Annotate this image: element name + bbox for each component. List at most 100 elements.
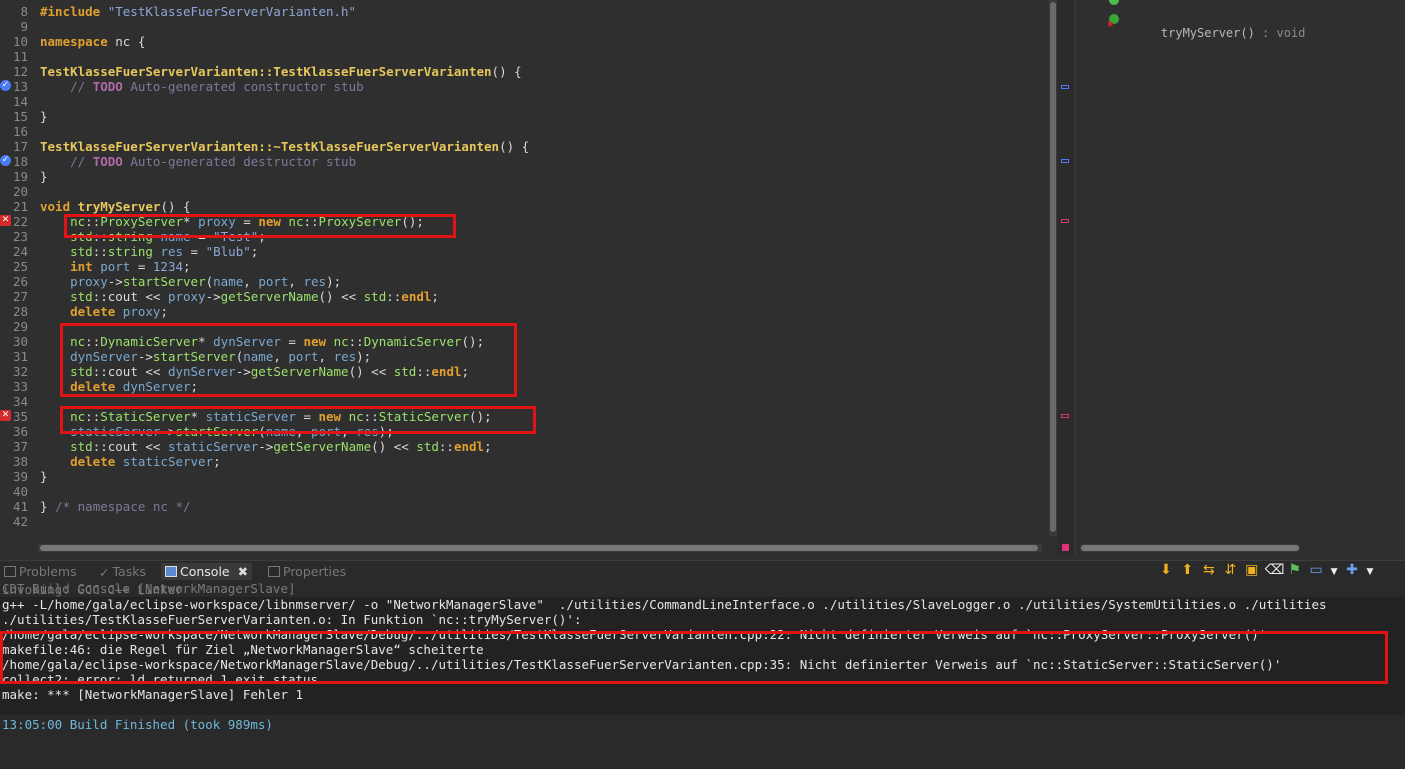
- code-line[interactable]: ✓ 18 // TODO Auto-generated destructor st…: [0, 154, 1045, 169]
- ruler-error-summary[interactable]: [1062, 544, 1069, 551]
- tab-problems[interactable]: Problems: [4, 563, 77, 581]
- line-number: 29: [12, 319, 28, 334]
- code-line[interactable]: 33 delete dynServer;: [0, 379, 1045, 394]
- code-line[interactable]: 15}: [0, 109, 1045, 124]
- ruler-bookmark-18[interactable]: [1061, 159, 1069, 163]
- code-line[interactable]: 14: [0, 94, 1045, 109]
- code-line[interactable]: 32 std::cout << dynServer->getServerName…: [0, 364, 1045, 379]
- console-output[interactable]: CDT Build Console [NetworkManagerSlave] …: [0, 580, 1405, 769]
- overview-ruler[interactable]: [1057, 0, 1073, 556]
- console-line: ./utilities/TestKlasseFuerServerVariante…: [2, 612, 582, 627]
- outline-horizontal-scrollbar[interactable]: [1080, 544, 1300, 552]
- code-line[interactable]: 28 delete proxy;: [0, 304, 1045, 319]
- code-line[interactable]: 11: [0, 49, 1045, 64]
- code-line[interactable]: 19}: [0, 169, 1045, 184]
- code-line[interactable]: ✓ 13 // TODO Auto-generated constructor s…: [0, 79, 1045, 94]
- code-line[interactable]: 25 int port = 1234;: [0, 259, 1045, 274]
- close-icon[interactable]: ✖: [238, 564, 248, 579]
- code-line[interactable]: ✕ 35 nc::StaticServer* staticServer = new…: [0, 409, 1045, 424]
- tab-console[interactable]: Console ✖: [161, 563, 253, 581]
- lock-icon[interactable]: ▣: [1243, 562, 1260, 578]
- line-code: TestKlasseFuerServerVarianten::~TestKlas…: [40, 139, 530, 154]
- line-code: }: [40, 469, 48, 484]
- line-number: 22: [12, 214, 28, 229]
- code-editor[interactable]: 8 #include "TestKlasseFuerServerVarianten…: [0, 0, 1047, 540]
- view-menu-icon[interactable]: ▼: [1365, 564, 1375, 580]
- line-number: 28: [12, 304, 28, 319]
- line-number: 31: [12, 349, 28, 364]
- ruler-error-35[interactable]: [1061, 414, 1069, 418]
- code-line[interactable]: 8 #include "TestKlasseFuerServerVarianten…: [0, 4, 1045, 19]
- line-number: 41: [12, 499, 28, 514]
- code-line[interactable]: 42: [0, 514, 1045, 529]
- code-line[interactable]: 36 staticServer->startServer(name, port,…: [0, 424, 1045, 439]
- editor-vertical-scrollbar[interactable]: [1049, 0, 1057, 536]
- scroll-down-icon[interactable]: ⬇: [1157, 562, 1174, 578]
- editor-horizontal-scrollbar[interactable]: [38, 544, 1042, 552]
- console-toolbar: ⬇ ⬆ ⇆ ⇵ ▣ ⌫ ⚑ ▭ ▼ ✚ ▼: [1157, 562, 1375, 578]
- line-number: 10: [12, 34, 28, 49]
- line-code: nc::StaticServer* staticServer = new nc:…: [70, 409, 492, 424]
- line-code: nc::ProxyServer* proxy = new nc::ProxySe…: [70, 214, 424, 229]
- line-code: dynServer->startServer(name, port, res);: [70, 349, 372, 364]
- code-line[interactable]: 30 nc::DynamicServer* dynServer = new nc…: [0, 334, 1045, 349]
- code-line[interactable]: 29: [0, 319, 1045, 334]
- ruler-error-22[interactable]: [1061, 219, 1069, 223]
- line-number: 38: [12, 454, 28, 469]
- tasks-icon: ✓: [99, 565, 110, 580]
- code-line[interactable]: 37 std::cout << staticServer->getServerN…: [0, 439, 1045, 454]
- code-line[interactable]: 10 namespace nc {: [0, 34, 1045, 49]
- outline-item-type: : void: [1254, 26, 1306, 40]
- code-line[interactable]: 38 delete staticServer;: [0, 454, 1045, 469]
- console-line: makefile:46: die Regel für Ziel „Network…: [2, 642, 484, 657]
- code-line[interactable]: 12 TestKlasseFuerServerVarianten::TestKla…: [0, 64, 1045, 79]
- code-line[interactable]: 23 std::string name = "Test";: [0, 229, 1045, 244]
- code-line[interactable]: 27 std::cout << proxy->getServerName() <…: [0, 289, 1045, 304]
- line-code: proxy->startServer(name, port, res);: [70, 274, 342, 289]
- line-number: 13: [12, 79, 28, 94]
- line-number: 34: [12, 394, 28, 409]
- code-line[interactable]: 24 std::string res = "Blub";: [0, 244, 1045, 259]
- line-code: // TODO Auto-generated constructor stub: [40, 79, 364, 94]
- tab-properties[interactable]: Properties: [268, 563, 346, 581]
- line-code: #include "TestKlasseFuerServerVarianten.…: [40, 4, 357, 19]
- console-line: collect2: error: ld returned 1 exit stat…: [2, 672, 319, 687]
- scroll-lock-icon[interactable]: ⇵: [1222, 562, 1239, 578]
- code-line[interactable]: 26 proxy->startServer(name, port, res);: [0, 274, 1045, 289]
- code-line[interactable]: 21 void tryMyServer() {: [0, 199, 1045, 214]
- code-line[interactable]: ✕ 22 nc::ProxyServer* proxy = new nc::Pro…: [0, 214, 1045, 229]
- ruler-bookmark-13[interactable]: [1061, 85, 1069, 89]
- line-number: 33: [12, 379, 28, 394]
- line-number: 36: [12, 424, 28, 439]
- console-line: invoking: GCC C++ Linker: [2, 582, 183, 597]
- word-wrap-icon[interactable]: ⇆: [1200, 562, 1217, 578]
- line-code: void tryMyServer() {: [40, 199, 191, 214]
- display-console-icon[interactable]: ▭: [1308, 562, 1325, 578]
- line-code: int port = 1234;: [70, 259, 191, 274]
- error-overlay-icon: ✖: [1107, 20, 1114, 29]
- pin-console-icon[interactable]: ⚑: [1286, 562, 1303, 578]
- code-line[interactable]: 31 dynServer->startServer(name, port, re…: [0, 349, 1045, 364]
- line-code: }: [40, 109, 48, 124]
- line-number: 30: [12, 334, 28, 349]
- new-console-icon[interactable]: ✚: [1344, 562, 1361, 578]
- clear-console-icon[interactable]: ⌫: [1265, 562, 1285, 578]
- scroll-up-icon[interactable]: ⬆: [1179, 562, 1196, 578]
- outline-item-tryMyServer[interactable]: tryMyServer() : void: [1132, 12, 1306, 54]
- code-line[interactable]: 17 TestKlasseFuerServerVarianten::~TestKl…: [0, 139, 1045, 154]
- line-code: std::cout << dynServer->getServerName() …: [70, 364, 470, 379]
- line-code: std::cout << staticServer->getServerName…: [70, 439, 492, 454]
- tab-tasks[interactable]: ✓ Tasks: [99, 563, 146, 581]
- code-line[interactable]: 34: [0, 394, 1045, 409]
- line-number: 20: [12, 184, 28, 199]
- code-line[interactable]: 40: [0, 484, 1045, 499]
- line-code: }: [40, 169, 48, 184]
- code-line[interactable]: 41} /* namespace nc */: [0, 499, 1045, 514]
- code-line[interactable]: 39}: [0, 469, 1045, 484]
- chevron-down-icon[interactable]: ▼: [1329, 564, 1339, 580]
- line-code: std::string res = "Blub";: [70, 244, 259, 259]
- code-line[interactable]: 20: [0, 184, 1045, 199]
- code-line[interactable]: 9: [0, 19, 1045, 34]
- console-line: g++ -L/home/gala/eclipse-workspace/libnm…: [2, 597, 1327, 612]
- code-line[interactable]: 16: [0, 124, 1045, 139]
